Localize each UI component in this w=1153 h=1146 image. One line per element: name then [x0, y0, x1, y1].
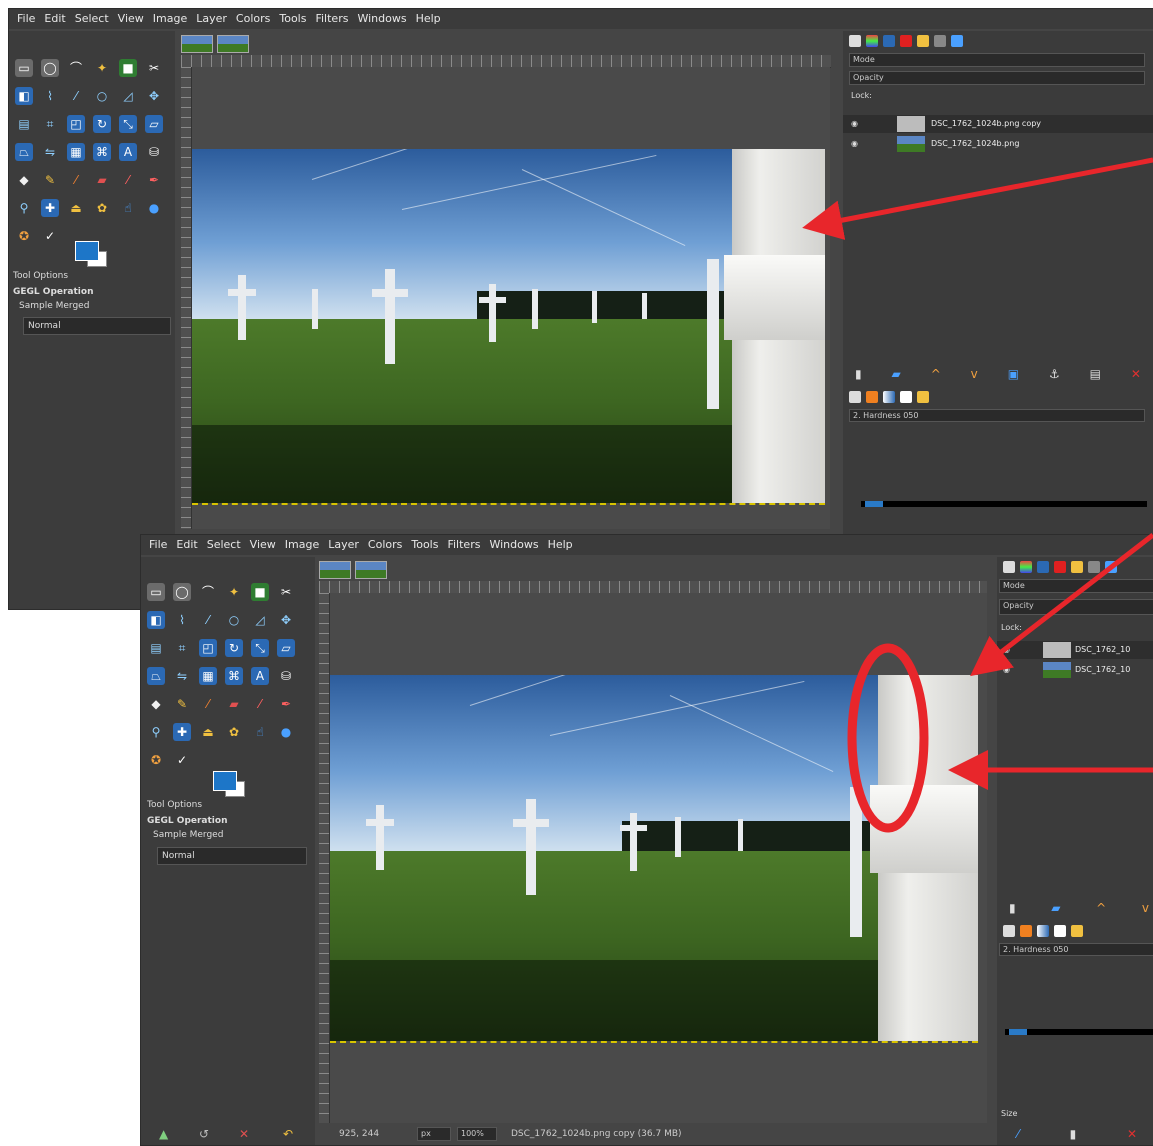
annotation-circle — [847, 643, 929, 833]
annotation-overlay — [802, 157, 1153, 833]
annotation-arrow-top — [802, 157, 1153, 240]
annotation-arrow-diagonal — [970, 533, 1153, 677]
